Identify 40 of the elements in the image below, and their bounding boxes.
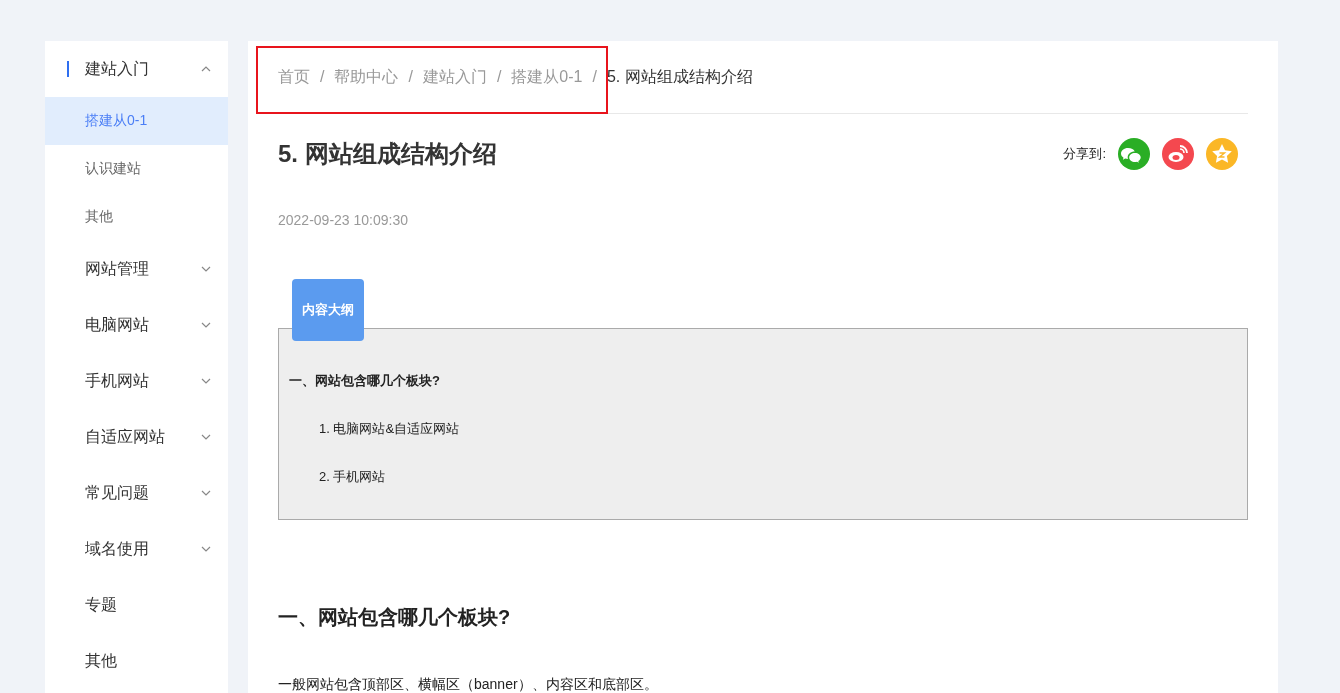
outline-heading[interactable]: 一、网站包含哪几个板块?: [289, 357, 1237, 405]
sidebar-group[interactable]: 常见问题: [45, 465, 228, 521]
breadcrumb-separator: /: [320, 68, 325, 86]
sidebar-item[interactable]: 认识建站: [45, 145, 228, 193]
breadcrumb-current[interactable]: 5. 网站组成结构介绍: [606, 66, 753, 88]
chevron-icon: [201, 434, 211, 440]
chevron-icon: [201, 66, 211, 72]
breadcrumb-separator: /: [408, 68, 413, 86]
chat-bubbles-icon[interactable]: [1118, 138, 1150, 170]
sidebar-group[interactable]: 电脑网站: [45, 297, 228, 353]
breadcrumb-separator: /: [496, 68, 502, 86]
article-title: 5. 网站组成结构介绍: [278, 139, 498, 169]
chevron-icon: [201, 266, 211, 272]
group-label: 手机网站: [85, 370, 150, 391]
chevron-icon: [201, 378, 211, 384]
sidebar-item[interactable]: 其他: [45, 193, 228, 241]
sidebar-group[interactable]: 自适应网站: [45, 409, 228, 465]
group-label: 电脑网站: [85, 314, 150, 335]
chevron-icon: [201, 546, 211, 552]
chevron-icon: [201, 322, 211, 328]
group-label: 自适应网站: [85, 426, 166, 447]
publish-date: 2022-09-23 10:09:30: [278, 211, 409, 229]
outline-item[interactable]: 1. 电脑网站&自适应网站: [289, 405, 1237, 453]
share-label: 分享到:: [1063, 145, 1106, 163]
sidebar-item[interactable]: 专题: [45, 577, 228, 633]
group-label: 常见问题: [85, 482, 150, 503]
sidebar-item[interactable]: 其他: [45, 633, 228, 689]
sidebar-group[interactable]: 手机网站: [45, 353, 228, 409]
outline-item[interactable]: 2. 手机网站: [289, 453, 1237, 501]
group-label: 建站入门: [85, 58, 150, 79]
paragraph: 一般网站包含顶部区、横幅区（banner）、内容区和底部区。: [278, 676, 659, 693]
breadcrumb-separator: /: [592, 68, 597, 86]
group-label: 网站管理: [85, 258, 150, 279]
group-label: 域名使用: [85, 538, 150, 559]
eye-swirl-icon[interactable]: [1162, 138, 1194, 170]
section-heading: 一、网站包含哪几个板块?: [278, 605, 512, 630]
chevron-icon: [201, 490, 211, 496]
sidebar-group[interactable]: 域名使用: [45, 521, 228, 577]
sidebar-group[interactable]: 网站管理: [45, 241, 228, 297]
sidebar-group[interactable]: 建站入门: [45, 41, 228, 97]
